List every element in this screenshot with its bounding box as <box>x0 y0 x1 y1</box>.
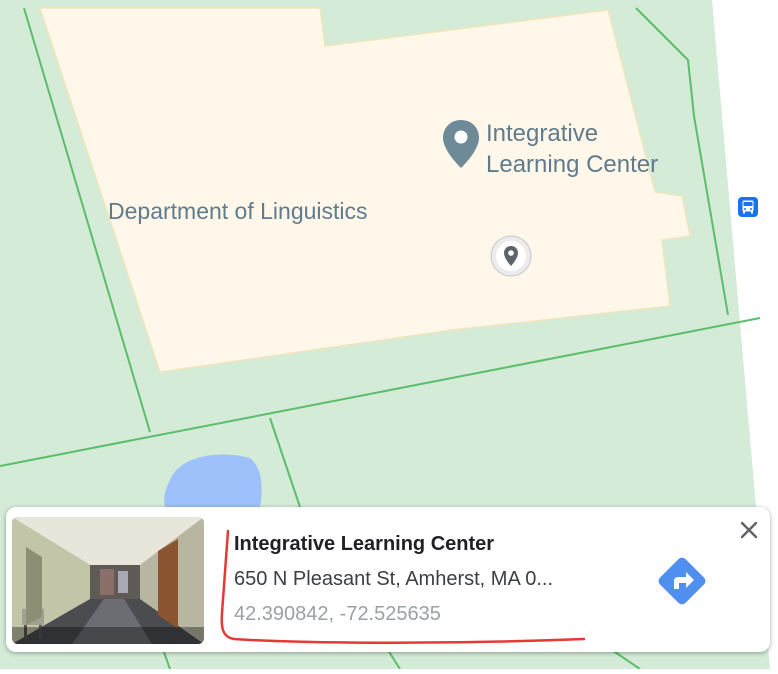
place-label-line1: Integrative <box>486 120 599 147</box>
place-coordinates[interactable]: 42.390842, -72.525635 <box>234 603 441 626</box>
directions-icon[interactable] <box>652 551 712 611</box>
place-name: Integrative Learning Center <box>234 533 495 555</box>
place-address: 650 N Pleasant St, Amherst, MA 0... <box>234 568 554 590</box>
map-pin-icon[interactable] <box>440 118 482 174</box>
street-view-photo[interactable] <box>12 517 204 644</box>
place-label-line2: Learning Center <box>486 151 659 178</box>
bus-stop-icon[interactable] <box>736 195 760 219</box>
place-info-card[interactable]: Integrative Learning Center 650 N Pleasa… <box>6 507 770 652</box>
place-label[interactable]: Integrative Learning Center <box>486 118 658 180</box>
dropped-marker-icon[interactable] <box>489 234 533 278</box>
department-label: Department of Linguistics <box>108 198 368 224</box>
close-icon[interactable] <box>736 517 762 543</box>
